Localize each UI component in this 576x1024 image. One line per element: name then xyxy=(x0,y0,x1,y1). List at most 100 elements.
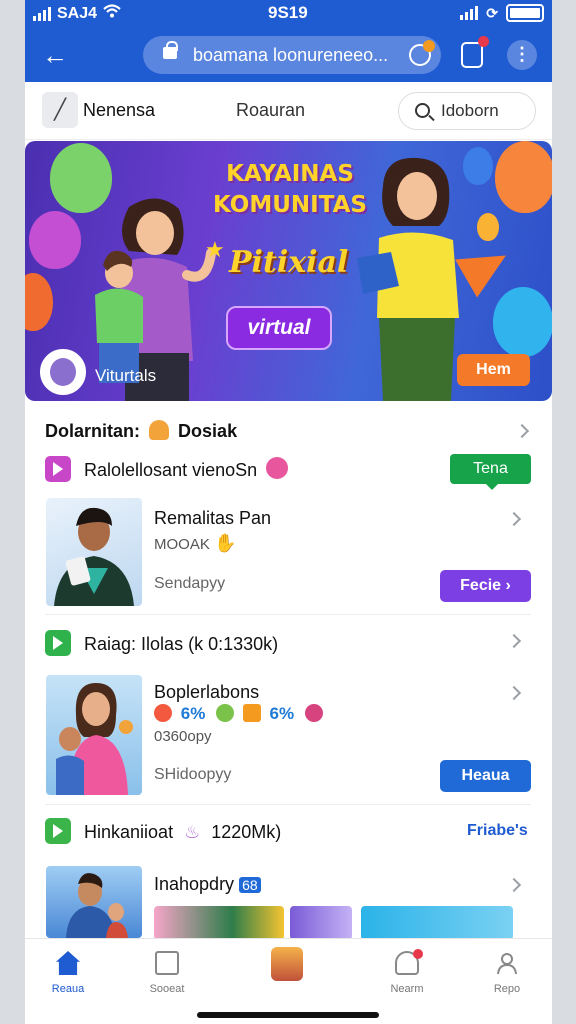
feed-row-1-button-label: Fecie xyxy=(460,577,502,594)
reload-icon[interactable] xyxy=(409,40,435,66)
feed-row-1-title[interactable]: Remalitas Pan xyxy=(154,508,271,529)
feed-row-2-head-text: Raiag: Ilolas (k 0:1330k) xyxy=(84,634,279,654)
feed-row-1-meta-text: MOOAK xyxy=(154,536,210,553)
feed-row-3-head-extra: 1220Mk) xyxy=(211,822,282,842)
nav-account[interactable]: Repo xyxy=(467,939,547,1001)
saved-icon xyxy=(155,951,179,975)
lock-icon xyxy=(163,41,178,59)
people-photo-illustration xyxy=(66,873,128,938)
feed-row-3-title[interactable]: Inahopdry 68 xyxy=(154,874,261,895)
nav-saved-label: Sooeat xyxy=(149,983,185,995)
feed-row-2-sub: SHidoopyy xyxy=(154,766,232,783)
feed-row-3-title-text: Inahopdry xyxy=(154,874,235,894)
section-header[interactable]: Dolarnitan: Dosiak xyxy=(45,420,237,442)
play-icon xyxy=(45,630,71,656)
heart-icon xyxy=(154,704,172,722)
nav-profile-center[interactable] xyxy=(247,939,327,1001)
feed-row-1-tag[interactable]: Tena xyxy=(450,454,531,490)
chevron-right-icon[interactable] xyxy=(506,685,522,701)
tabs-icon[interactable] xyxy=(461,36,489,68)
chevron-right-icon[interactable] xyxy=(506,633,522,649)
balloon-blue2-decoration xyxy=(493,287,552,357)
feed-row-3-image-2[interactable] xyxy=(290,906,352,940)
search-icon xyxy=(415,103,430,118)
hero-banner[interactable]: KAYAINAS KOMUNITAS ★ Pitixial virtual Vi… xyxy=(25,141,552,401)
balloon-orange2-decoration xyxy=(495,141,552,213)
balloon-pink-decoration xyxy=(29,211,81,269)
feed-row-1-button[interactable]: Fecie › xyxy=(440,570,531,602)
signal-icon xyxy=(33,6,51,21)
feed-row-3-head-text: Hinkaniioat xyxy=(84,822,174,842)
feed-row-2-thumbnail[interactable] xyxy=(46,675,142,795)
home-indicator xyxy=(25,1000,552,1024)
feed-row-3-thumbnail[interactable] xyxy=(46,866,142,938)
nav-notifications[interactable]: Nearm xyxy=(367,939,447,1001)
candle-icon: ♨ xyxy=(184,822,201,842)
chevron-right-icon[interactable] xyxy=(506,511,522,527)
feed-row-3-head[interactable]: Hinkaniioat ♨ 1220Mk) xyxy=(45,818,281,844)
bag-icon xyxy=(149,420,170,440)
home-icon xyxy=(56,951,80,975)
nav-saved[interactable]: Sooeat xyxy=(127,939,207,1001)
search-button[interactable]: Idoborn xyxy=(398,92,536,130)
feed-row-2-meta: 0360opy xyxy=(154,728,212,745)
status-bar: SAJ4 9S19 ⟳ xyxy=(25,0,552,30)
feed-row-2-title[interactable]: Boplerlabons xyxy=(154,682,259,703)
feed-row-1-head[interactable]: Ralolellosant vienoSn xyxy=(45,456,292,482)
search-label: Idoborn xyxy=(441,101,499,120)
browser-toolbar: ← boamana loonureneeo... ⋮ xyxy=(25,30,552,82)
gift-icon xyxy=(242,704,261,722)
feed-row-1-thumbnail[interactable] xyxy=(46,498,142,606)
banner-title-line1: KAYAINAS xyxy=(226,161,354,187)
banner-title: KAYAINAS KOMUNITAS xyxy=(200,159,380,221)
nav-account-label: Repo xyxy=(493,983,521,995)
phone-screen: SAJ4 9S19 ⟳ ← boamana loonureneeo... ⋮ ╱… xyxy=(25,0,552,1024)
woman-child-photo-illustration xyxy=(56,683,133,795)
address-bar[interactable]: boamana loonureneeo... xyxy=(143,36,441,74)
chevron-right-icon[interactable] xyxy=(506,877,522,893)
community-avatar[interactable] xyxy=(40,349,86,395)
banner-cta-button[interactable]: Hem xyxy=(457,354,530,386)
battery-icon xyxy=(506,4,544,22)
feed-row-1-sub: Sendapyy xyxy=(154,575,226,592)
leaf-icon xyxy=(216,704,235,722)
feed-row-1-meta: MOOAK ✋ xyxy=(154,533,236,554)
chevron-right-icon[interactable] xyxy=(514,423,530,439)
play-icon xyxy=(45,456,71,482)
emoji-icon xyxy=(266,457,289,479)
wifi-icon xyxy=(103,4,121,23)
feed-row-3-image-3[interactable] xyxy=(361,906,513,940)
feed-row-3-image-1[interactable] xyxy=(154,906,284,940)
carrier-label: SAJ4 xyxy=(57,4,98,22)
feed-row-2-head[interactable]: Raiag: Ilolas (k 0:1330k) xyxy=(45,630,278,656)
divider xyxy=(45,614,531,615)
banner-subtitle: Pitixial xyxy=(229,245,349,280)
feed-row-2-button[interactable]: Heaua xyxy=(440,760,531,792)
person-icon xyxy=(495,951,519,975)
feed-row-1-head-text: Ralolellosant vienoSn xyxy=(84,460,258,480)
edit-label[interactable]: Nenensa xyxy=(83,100,155,121)
edit-pencil-icon[interactable]: ╱ xyxy=(42,92,78,128)
man-photo-illustration xyxy=(54,507,134,606)
center-tab[interactable]: Roauran xyxy=(236,100,305,121)
nav-home[interactable]: Reaua xyxy=(28,939,108,1001)
nav-home-label: Reaua xyxy=(51,983,85,995)
reaction-icon xyxy=(304,704,323,722)
banner-title-line2: KOMUNITAS xyxy=(213,192,367,218)
back-arrow-icon[interactable]: ← xyxy=(39,40,71,72)
feed-row-3-badge: 68 xyxy=(239,877,261,893)
cellular-icon xyxy=(460,6,479,20)
feed-row-2-stat-2: 6% xyxy=(269,704,295,723)
bottom-navigation: Reaua Sooeat Nearm Repo xyxy=(25,938,552,1000)
rotation-lock-icon: ⟳ xyxy=(486,4,498,21)
nav-notifications-label: Nearm xyxy=(390,983,424,995)
notification-dot xyxy=(413,949,423,959)
page-toolbar: ╱ Nenensa Roauran Idoborn xyxy=(25,82,552,140)
divider xyxy=(45,804,531,805)
balloon-orange-decoration xyxy=(25,273,53,331)
feed-row-3-link[interactable]: Friabe's xyxy=(467,822,528,840)
virtual-badge[interactable]: virtual xyxy=(226,306,332,350)
more-icon[interactable]: ⋮ xyxy=(507,40,537,70)
community-name[interactable]: Viturtals xyxy=(95,366,156,386)
feed-row-2-stats: 6% 6% xyxy=(154,704,327,724)
